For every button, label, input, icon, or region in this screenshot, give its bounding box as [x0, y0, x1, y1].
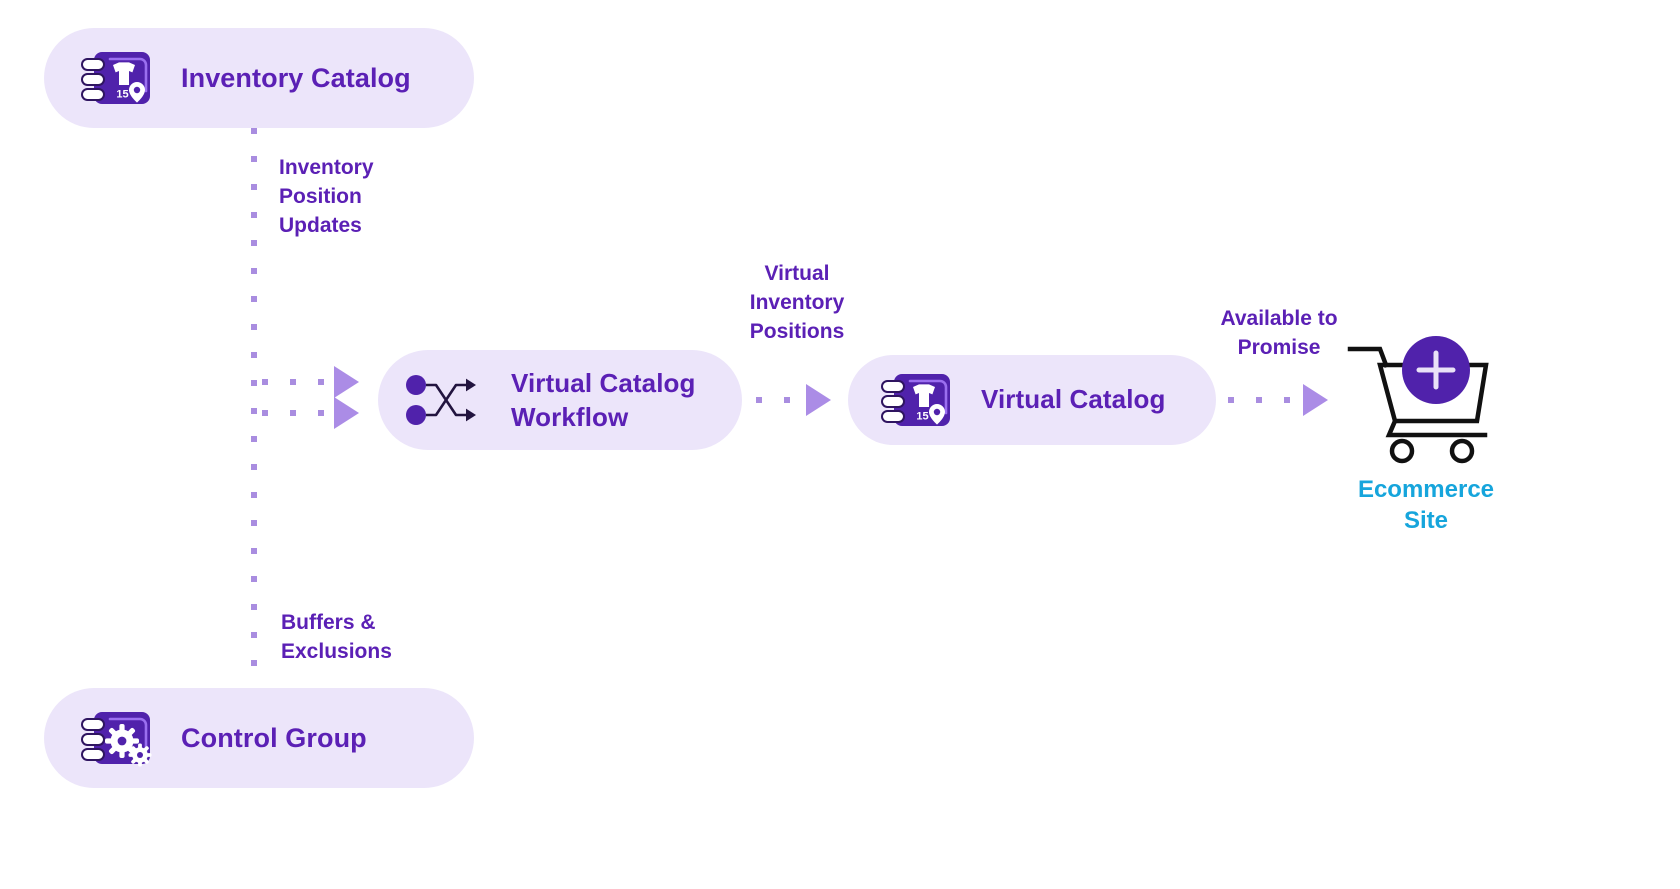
connector-inventory-control-vertical: [251, 128, 257, 690]
gears-book-icon: [81, 712, 152, 767]
node-virtual-catalog[interactable]: 15 Virtual Catalog: [848, 355, 1216, 445]
edge-label-virtual-inventory-positions: Virtual Inventory Positions: [749, 262, 845, 343]
arrow-head-ecommerce-icon: [1303, 384, 1328, 416]
connector-virtual-catalog-to-ecommerce: [1228, 397, 1310, 403]
arrow-head-workflow-bottom-icon: [334, 397, 359, 429]
node-virtual-catalog-workflow[interactable]: Virtual Catalog Workflow: [378, 350, 742, 450]
node-ecommerce-site-label: Ecommerce Site: [1357, 476, 1495, 534]
node-inventory-catalog[interactable]: 15 Inventory Catalog: [44, 28, 474, 128]
connector-branch-to-workflow-bottom: [262, 410, 337, 416]
svg-text:15: 15: [116, 89, 128, 101]
node-control-group[interactable]: Control Group: [44, 688, 474, 788]
edge-label-inventory-position-updates: Inventory Position Updates: [279, 156, 374, 237]
arrow-head-workflow-top-icon: [334, 366, 359, 398]
node-inventory-catalog-label: Inventory Catalog: [181, 62, 411, 93]
node-virtual-catalog-label: Virtual Catalog: [981, 384, 1166, 415]
arrow-head-virtual-catalog-icon: [806, 384, 831, 416]
svg-text:15: 15: [916, 411, 928, 423]
workflow-crossing-icon: [406, 375, 476, 425]
node-control-group-label: Control Group: [181, 722, 367, 753]
edge-label-available-to-promise: Available to Promise: [1220, 307, 1338, 359]
connector-branch-to-workflow-top: [262, 379, 337, 385]
shopping-cart-plus-icon[interactable]: [1340, 335, 1516, 467]
catalog-book-icon: 15: [81, 52, 150, 104]
diagram-canvas: 15 Inventory Catalog Control Group Virtu…: [0, 0, 1680, 889]
node-virtual-catalog-workflow-label: Virtual Catalog Workflow: [511, 367, 696, 432]
catalog-book-icon: 15: [881, 374, 950, 426]
edge-label-buffers-exclusions: Buffers & Exclusions: [281, 611, 392, 663]
